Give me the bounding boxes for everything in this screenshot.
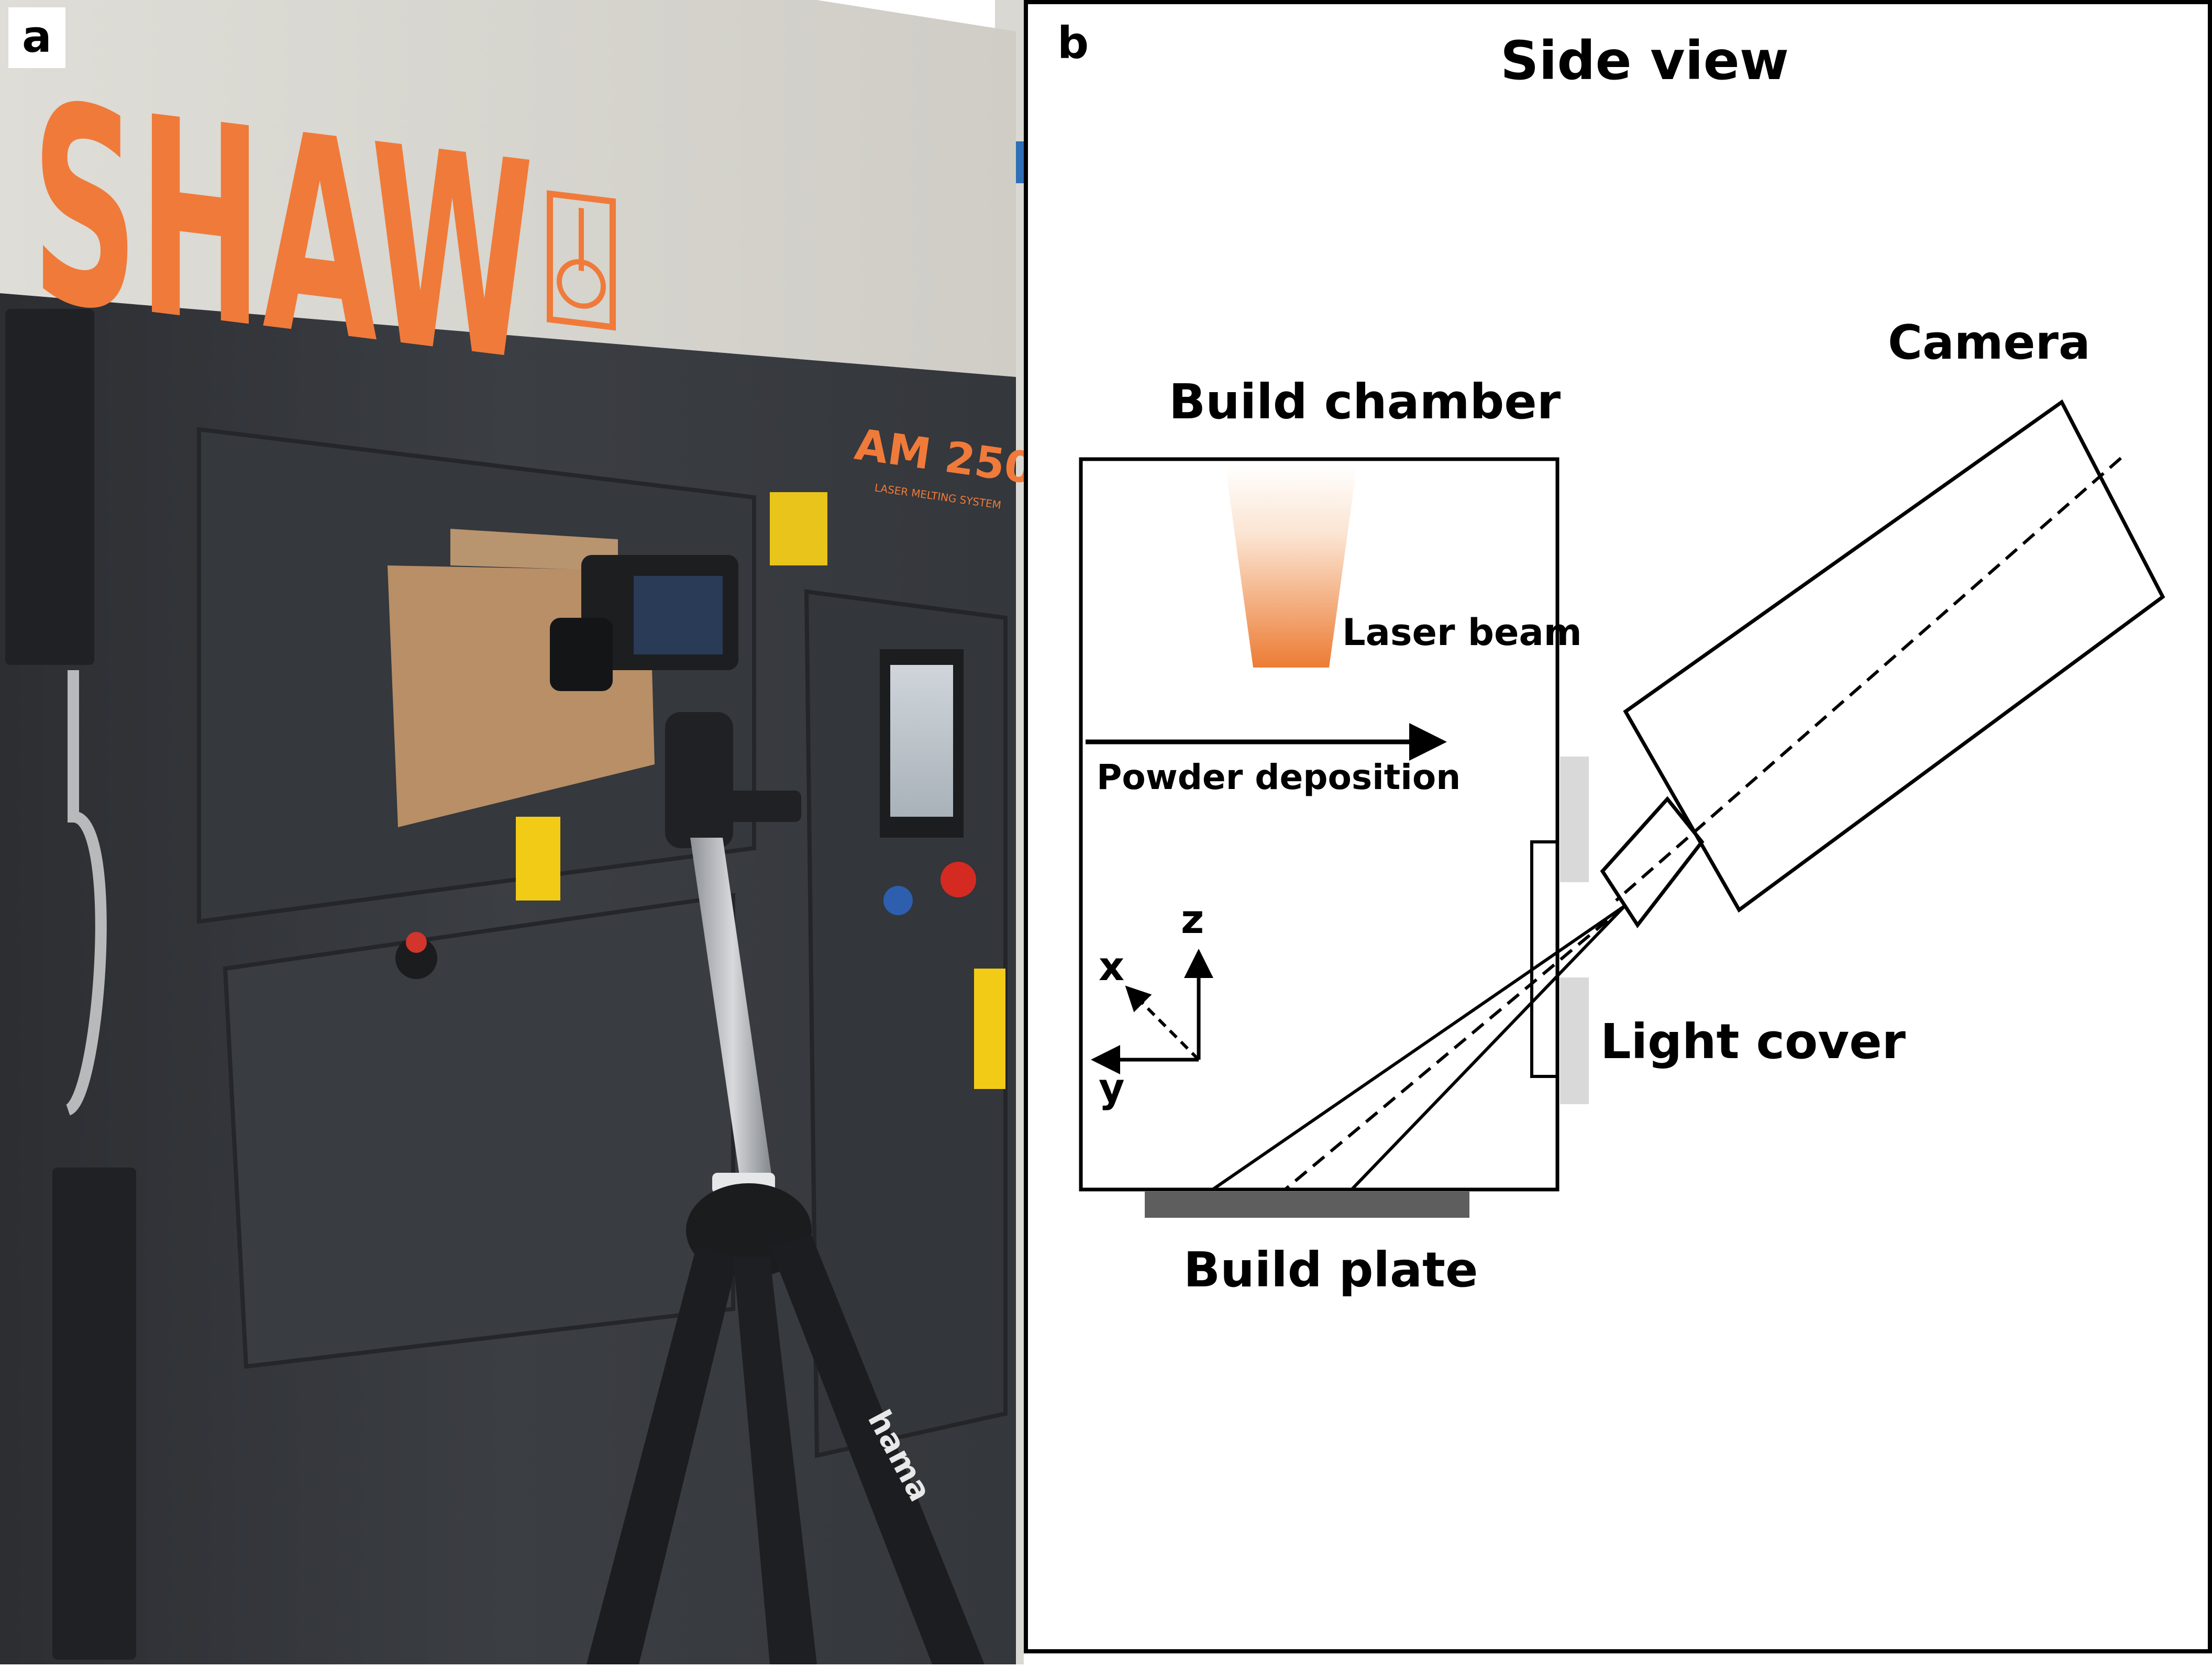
axis-label-x: x xyxy=(1099,943,1125,990)
lower-panel xyxy=(223,893,735,1369)
laser-warning-sign xyxy=(516,817,560,901)
axis-label-z: z xyxy=(1181,896,1204,942)
panel-a-photo: SHAW AM 250 LASER MELTING SYSTEM hama a xyxy=(0,0,1024,1664)
label-laser-beam: Laser beam xyxy=(1342,611,1582,654)
figure: SHAW AM 250 LASER MELTING SYSTEM hama a … xyxy=(0,0,2212,1664)
label-camera: Camera xyxy=(1888,315,2091,370)
machine-photo: SHAW AM 250 LASER MELTING SYSTEM hama xyxy=(0,0,1024,1664)
camera-screen xyxy=(634,576,723,654)
panel-b-diagram: b Side view Camera Build chamber Laser b… xyxy=(1024,0,2212,1664)
brand-logo-text: SHAW xyxy=(31,45,534,424)
label-powder-deposition: Powder deposition xyxy=(1097,757,1461,797)
panel-b-letter: b xyxy=(1057,17,1089,69)
label-build-plate: Build plate xyxy=(1184,1242,1478,1298)
emergency-stop-button xyxy=(941,862,976,897)
blue-button xyxy=(883,886,913,915)
build-plate xyxy=(1145,1192,1469,1218)
diagram-title: Side view xyxy=(1500,30,1789,92)
door-knob-cap xyxy=(406,932,427,953)
hinge-upper xyxy=(5,309,94,665)
laser-warning-sign-right xyxy=(974,969,1005,1089)
control-touchscreen-display xyxy=(890,665,953,817)
warning-sticker-upper xyxy=(770,492,827,565)
tripod-head xyxy=(665,712,733,848)
side-view-diagram xyxy=(1024,0,2212,1653)
panel-frame xyxy=(1024,0,2212,1653)
hinge-lower xyxy=(52,1168,136,1660)
label-light-cover: Light cover xyxy=(1600,1014,1906,1070)
axis-label-y: y xyxy=(1099,1064,1125,1111)
label-build-chamber: Build chamber xyxy=(1169,374,1561,430)
tripod-arm xyxy=(712,791,801,822)
light-cover-upper xyxy=(1560,757,1589,882)
light-cover-lower xyxy=(1560,977,1589,1104)
panel-a-letter: a xyxy=(8,7,65,68)
camera-lens xyxy=(550,618,613,691)
